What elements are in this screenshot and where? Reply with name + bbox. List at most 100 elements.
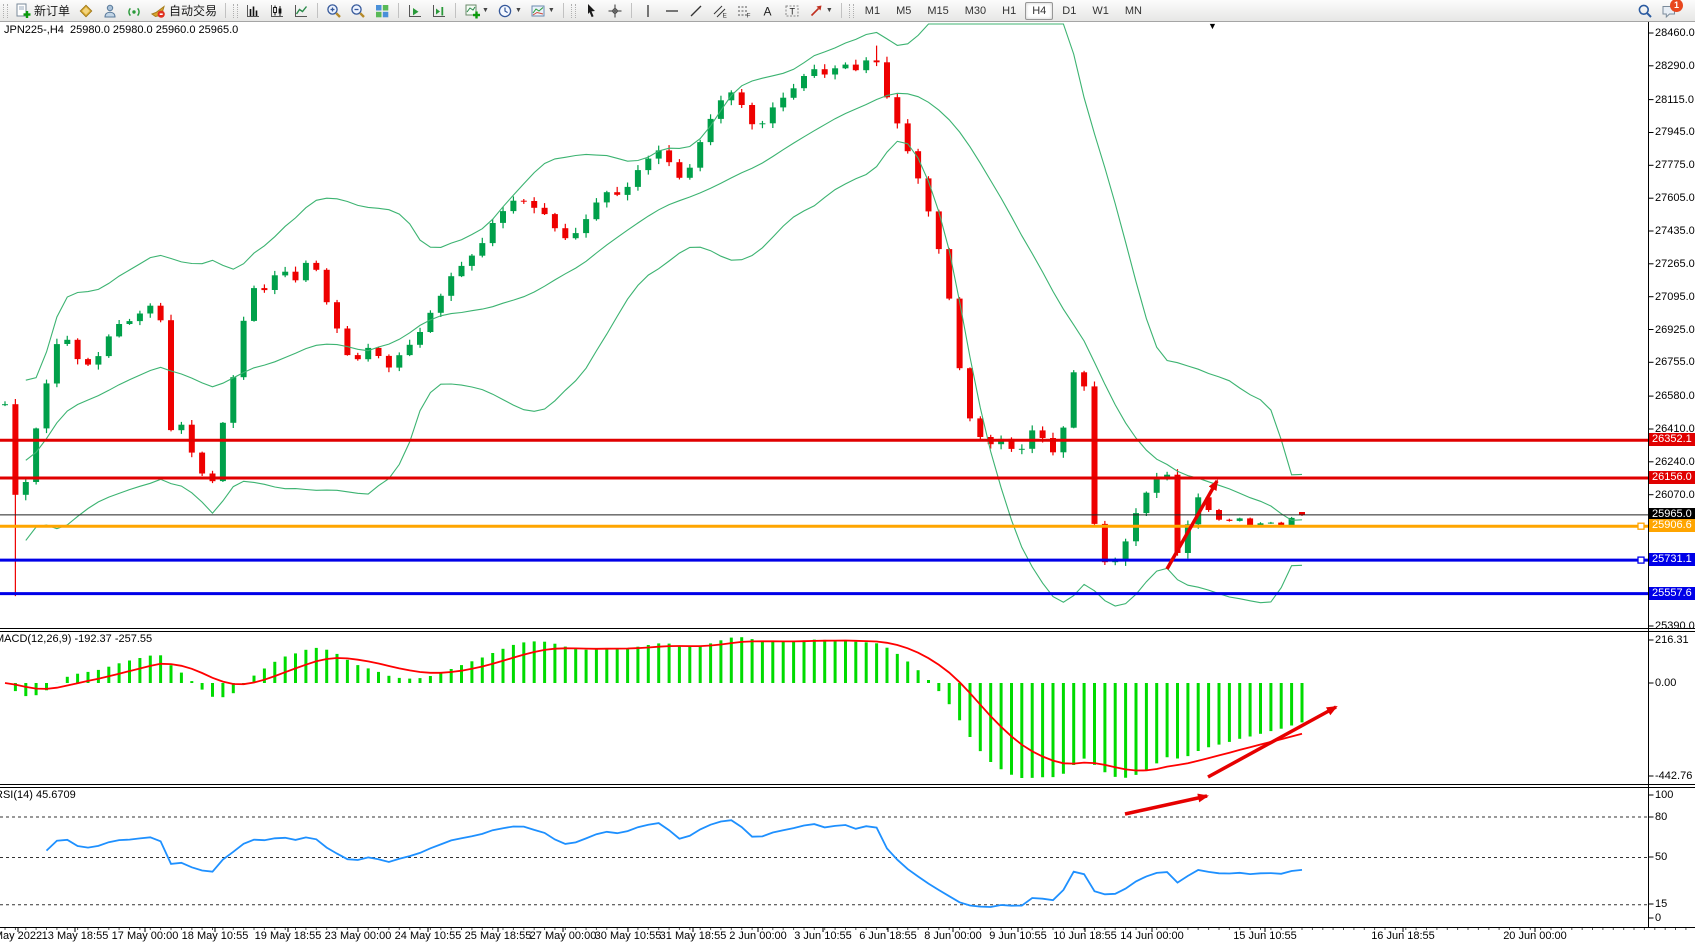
time-axis-label: 18 May 10:55 <box>182 930 249 942</box>
toolbar-separator <box>455 3 456 18</box>
fibonacci-tool[interactable]: F <box>733 1 755 20</box>
line-chart-button[interactable] <box>290 1 312 20</box>
level-line-handle[interactable] <box>1638 523 1644 529</box>
time-axis-label: 9 Jun 10:55 <box>989 930 1047 942</box>
time-axis-label: 20 Jun 00:00 <box>1503 930 1567 942</box>
text-label-icon: T <box>784 3 800 19</box>
zoom-in-button[interactable] <box>323 1 345 20</box>
chart-shift-icon <box>431 3 447 19</box>
dropdown-caret: ▼ <box>482 7 489 14</box>
equidistant-channel-tool[interactable]: E <box>709 1 731 20</box>
timeframe-m15[interactable]: M15 <box>920 2 955 20</box>
macd-axis-label: -442.76 <box>1655 770 1692 782</box>
price-axis-tick-label: 27775.0 <box>1655 159 1695 171</box>
symbol-header: JPN225-,H4 25980.0 25980.0 25960.0 25965… <box>4 24 238 36</box>
notification-badge: 1 <box>1670 0 1683 12</box>
templates-button[interactable]: ▼ <box>527 1 558 20</box>
time-axis-label: 19 May 18:55 <box>255 930 322 942</box>
timeframe-h4[interactable]: H4 <box>1025 2 1053 20</box>
auto-trading-button[interactable]: 自动交易 <box>147 1 220 20</box>
signal-button[interactable] <box>123 1 145 20</box>
toolbar-grip <box>233 4 238 18</box>
comments-button[interactable]: 1 <box>1658 1 1686 20</box>
timeframe-m5[interactable]: M5 <box>889 2 918 20</box>
price-axis-tick-label: 27435.0 <box>1655 225 1695 237</box>
rsi-axis-label: 15 <box>1655 898 1667 910</box>
bollinger-upper-band <box>26 24 1302 475</box>
trendline-icon <box>688 3 704 19</box>
arrows-tool[interactable]: ▼ <box>805 1 836 20</box>
price-axis-tick-label: 27265.0 <box>1655 258 1695 270</box>
bollinger-lower-band <box>26 141 1302 606</box>
price-level-chip: 26156.0 <box>1649 471 1695 484</box>
timeframe-w1[interactable]: W1 <box>1085 2 1116 20</box>
price-axis-tick-label: 26925.0 <box>1655 324 1695 336</box>
cursor-tool-button[interactable] <box>580 1 602 20</box>
time-axis-label: 17 May 00:00 <box>112 930 179 942</box>
price-axis-tick-label: 26240.0 <box>1655 456 1695 468</box>
price-axis-tick-label: 26070.0 <box>1655 489 1695 501</box>
svg-text:E: E <box>722 12 727 19</box>
timeframe-m30[interactable]: M30 <box>958 2 993 20</box>
auto-scroll-button[interactable] <box>404 1 426 20</box>
crosshair-tool-button[interactable] <box>604 1 626 20</box>
toolbar-grip <box>571 4 576 18</box>
time-axis-label: 6 Jun 18:55 <box>859 930 917 942</box>
time-axis-label: 13 May 18:55 <box>42 930 109 942</box>
macd-axis-label: 216.31 <box>1655 634 1689 646</box>
time-axis-label: 3 Jun 10:55 <box>794 930 852 942</box>
timeframe-h1[interactable]: H1 <box>995 2 1023 20</box>
indicators-button[interactable]: ▼ <box>461 1 492 20</box>
ohlc-close: 25965.0 <box>199 24 239 36</box>
bar-chart-button[interactable] <box>242 1 264 20</box>
toolbar-separator <box>225 3 226 18</box>
auto-scroll-icon <box>407 3 423 19</box>
price-axis-tick-label: 28115.0 <box>1655 94 1694 106</box>
candlestick-chart-button[interactable] <box>266 1 288 20</box>
timeframe-mn[interactable]: MN <box>1118 2 1149 20</box>
vertical-line-tool[interactable] <box>637 1 659 20</box>
new-order-button[interactable]: 新订单 <box>12 1 73 20</box>
zoom-out-icon <box>350 3 366 19</box>
signal-icon <box>126 3 142 19</box>
search-button[interactable] <box>1634 1 1656 20</box>
macd-axis-label: 0.00 <box>1655 677 1676 689</box>
trendline-tool[interactable] <box>685 1 707 20</box>
timeframe-m1[interactable]: M1 <box>858 2 887 20</box>
time-axis-label: 31 May 18:55 <box>660 930 727 942</box>
market-watch-button[interactable] <box>75 1 97 20</box>
timeframe-d1[interactable]: D1 <box>1055 2 1083 20</box>
svg-text:A: A <box>763 4 771 18</box>
chart-shift-marker-icon[interactable]: ▼ <box>1208 21 1217 31</box>
main-toolbar: 新订单 自动交易 <box>0 0 1695 22</box>
time-axis-label: 27 May 00:00 <box>530 930 597 942</box>
zoom-out-button[interactable] <box>347 1 369 20</box>
candlesticks <box>2 46 1305 597</box>
zoom-in-icon <box>326 3 342 19</box>
rsi-trend-arrow[interactable] <box>1125 796 1207 814</box>
level-line-handle[interactable] <box>1638 557 1644 563</box>
text-label-tool[interactable]: T <box>781 1 803 20</box>
price-axis-tick-label: 26755.0 <box>1655 356 1695 368</box>
profile-button[interactable] <box>99 1 121 20</box>
price-level-chip: 26352.1 <box>1649 433 1695 446</box>
candlestick-chart-icon <box>269 3 285 19</box>
toolbar-separator <box>631 3 632 18</box>
rsi-line <box>47 820 1303 907</box>
new-order-icon <box>15 3 31 19</box>
toolbar-separator <box>563 3 564 18</box>
chart-shift-button[interactable] <box>428 1 450 20</box>
periods-button[interactable]: ▼ <box>494 1 525 20</box>
rsi-axis-label: 100 <box>1655 789 1673 801</box>
tile-windows-button[interactable] <box>371 1 393 20</box>
svg-text:T: T <box>789 6 795 16</box>
horizontal-line-tool[interactable] <box>661 1 683 20</box>
crosshair-icon <box>607 3 623 19</box>
ohlc-high: 25980.0 <box>113 24 153 36</box>
chart-canvas[interactable] <box>0 0 1695 945</box>
toolbar-right: 1 <box>1633 1 1687 20</box>
text-tool[interactable]: A <box>757 1 779 20</box>
tile-windows-icon <box>374 3 390 19</box>
price-level-chip: 25731.1 <box>1649 553 1695 566</box>
add-indicator-icon <box>464 3 480 19</box>
